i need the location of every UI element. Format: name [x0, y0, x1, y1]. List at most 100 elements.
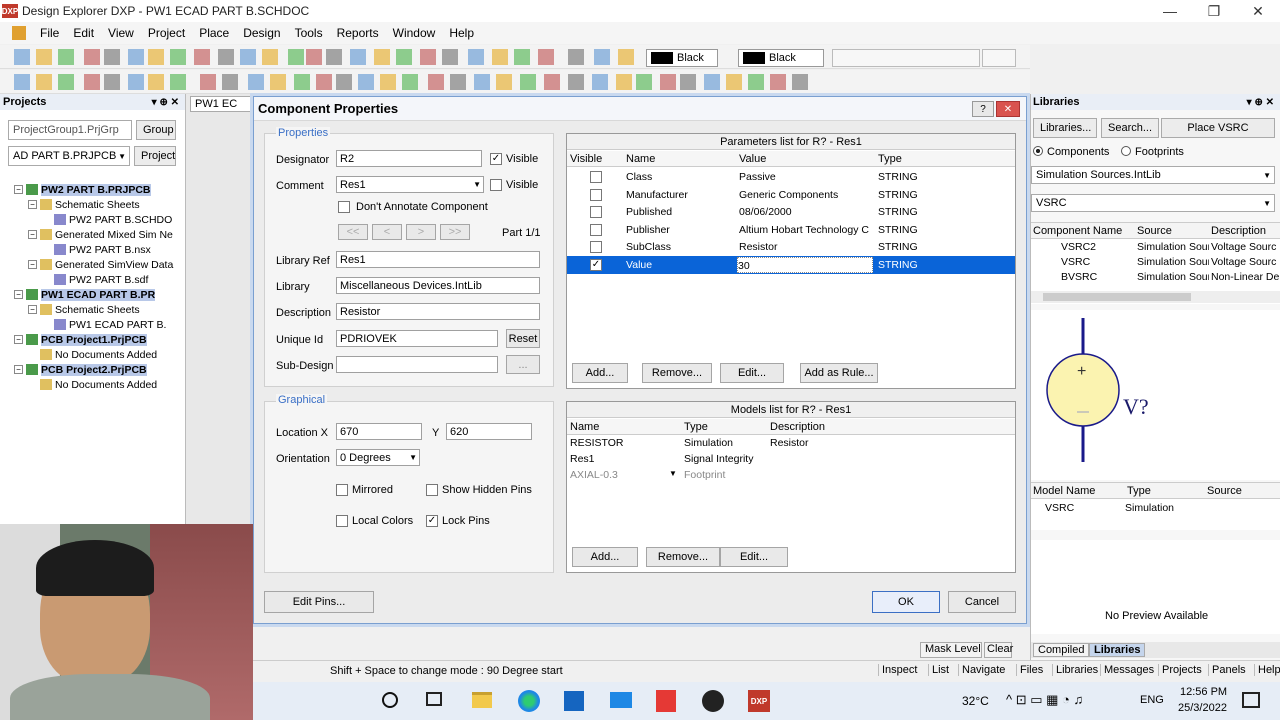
doc-menu-icon[interactable]: [12, 26, 26, 40]
toolbar-tool-icon[interactable]: [704, 74, 720, 90]
toolbar-tool-icon[interactable]: [14, 49, 30, 65]
project-button[interactable]: Project: [134, 146, 176, 166]
toolbar-tool-icon[interactable]: [442, 49, 458, 65]
panel-button-libraries[interactable]: Libraries: [1052, 664, 1101, 676]
parameter-visible-checkbox[interactable]: [590, 171, 602, 183]
toolbar-tool-icon[interactable]: [218, 49, 234, 65]
notification-icon[interactable]: [1242, 692, 1260, 708]
model-remove-button[interactable]: Remove...: [646, 547, 720, 567]
toolbar-tool-icon[interactable]: [326, 49, 342, 65]
toolbar-tool-icon[interactable]: [770, 74, 786, 90]
parameter-visible-checkbox[interactable]: [590, 188, 602, 201]
prev-part-button[interactable]: <: [372, 224, 402, 240]
store-icon[interactable]: [564, 691, 584, 711]
toolbar-tool-icon[interactable]: [492, 49, 508, 65]
model-edit-button[interactable]: Edit...: [720, 547, 788, 567]
maximize-button[interactable]: ❐: [1192, 0, 1236, 22]
menu-place[interactable]: Place: [199, 26, 229, 40]
component-row[interactable]: BVSRC Simulation Sourc Non-Linear De: [1031, 270, 1280, 285]
location-y-input[interactable]: 620: [446, 423, 532, 440]
toolbar-tool-icon[interactable]: [148, 74, 164, 90]
toolbar-tool-icon[interactable]: [248, 74, 264, 90]
unique-id-input[interactable]: PDRIOVEK: [336, 330, 498, 347]
tree-node[interactable]: No Documents Added: [14, 377, 182, 392]
toolbar-tool-icon[interactable]: [170, 49, 186, 65]
parameter-row[interactable]: Class Passive STRING: [567, 168, 1015, 186]
mirrored-checkbox[interactable]: [336, 484, 348, 496]
toolbar-tool-icon[interactable]: [336, 74, 352, 90]
lock-pins-checkbox[interactable]: ✓: [426, 515, 438, 527]
toolbar-tool-icon[interactable]: [568, 74, 584, 90]
toolbar-tool-icon[interactable]: [568, 49, 584, 65]
description-input[interactable]: Resistor: [336, 303, 540, 320]
toolbar-tool-icon[interactable]: [420, 49, 436, 65]
tree-node[interactable]: PW2 PART B.nsx: [14, 242, 182, 257]
place-button[interactable]: Place VSRC: [1161, 118, 1275, 138]
toolbar-tool-icon[interactable]: [380, 74, 396, 90]
component-row[interactable]: VSRC2 Simulation Sourc Voltage Sourc: [1031, 240, 1280, 255]
clear-button[interactable]: Clear: [984, 642, 1013, 658]
toolbar-tool-icon[interactable]: [680, 74, 696, 90]
toolbar-tool-icon[interactable]: [358, 74, 374, 90]
col-model-type[interactable]: Type: [684, 421, 708, 433]
toolbar-tool-icon[interactable]: [36, 74, 52, 90]
toolbar-tool-icon[interactable]: [660, 74, 676, 90]
toolbar-tool-icon[interactable]: [618, 49, 634, 65]
mail-icon[interactable]: [610, 692, 632, 708]
expand-icon[interactable]: −: [28, 260, 37, 269]
toolbar-tool-icon[interactable]: [428, 74, 444, 90]
toolbar-tool-icon[interactable]: [84, 49, 100, 65]
toolbar-tool-icon[interactable]: [306, 49, 322, 65]
designator-visible-checkbox[interactable]: ✓: [490, 153, 502, 165]
toolbar-tool-icon[interactable]: [374, 49, 390, 65]
toolbar-tool-icon[interactable]: [468, 49, 484, 65]
toolbar-tool-icon[interactable]: [514, 49, 530, 65]
toolbar-tool-icon[interactable]: [262, 49, 278, 65]
local-colors-checkbox[interactable]: [336, 515, 348, 527]
col-visible[interactable]: Visible: [570, 153, 602, 165]
next-part-button[interactable]: >: [406, 224, 436, 240]
toolbar-tool-icon[interactable]: [792, 74, 808, 90]
tree-node[interactable]: − PW1 ECAD PART B.PR: [14, 287, 182, 302]
last-part-button[interactable]: >>: [440, 224, 470, 240]
col-lib-model-source[interactable]: Source: [1207, 485, 1242, 497]
tab-libraries[interactable]: Libraries: [1089, 643, 1146, 657]
toolbar-tool-icon[interactable]: [474, 74, 490, 90]
clock-time[interactable]: 12:56 PM: [1180, 686, 1227, 698]
workspace-field[interactable]: ProjectGroup1.PrjGrp: [8, 120, 132, 140]
dont-annotate-checkbox[interactable]: [338, 201, 350, 213]
component-row[interactable]: VSRC Simulation Sourc Voltage Sourc: [1031, 255, 1280, 270]
tab-compiled[interactable]: Compiled: [1033, 643, 1090, 657]
toolbar-tool-icon[interactable]: [402, 74, 418, 90]
clock-date[interactable]: 25/3/2022: [1178, 702, 1227, 714]
dxp-taskbar-icon[interactable]: DXP: [748, 690, 770, 712]
col-description[interactable]: Description: [1211, 225, 1266, 237]
libraries-close-icon[interactable]: ▾ ⊕ ✕: [1247, 97, 1274, 108]
expand-icon[interactable]: −: [28, 305, 37, 314]
expand-icon[interactable]: −: [14, 365, 23, 374]
toolbar-tool-icon[interactable]: [726, 74, 742, 90]
toolbar-tool-icon[interactable]: [748, 74, 764, 90]
parameter-visible-checkbox[interactable]: [590, 223, 602, 236]
toolbar-tool-icon[interactable]: [222, 74, 238, 90]
location-x-input[interactable]: 670: [336, 423, 422, 440]
param-edit-button[interactable]: Edit...: [720, 363, 784, 383]
designator-input[interactable]: R2: [336, 150, 482, 167]
toolbar-tool-icon[interactable]: [520, 74, 536, 90]
toolbar-tool-icon[interactable]: [128, 74, 144, 90]
toolbar-tool-icon[interactable]: [616, 74, 632, 90]
first-part-button[interactable]: <<: [338, 224, 368, 240]
cancel-button[interactable]: Cancel: [948, 591, 1016, 613]
panel-button-list[interactable]: List: [928, 664, 952, 676]
tree-node[interactable]: PW1 ECAD PART B.: [14, 317, 182, 332]
tree-node[interactable]: PW2 PART B.SCHDO: [14, 212, 182, 227]
toolbar-tool-icon[interactable]: [170, 74, 186, 90]
toolbar-tool-icon[interactable]: [450, 74, 466, 90]
menu-project[interactable]: Project: [148, 26, 185, 40]
library-input[interactable]: Miscellaneous Devices.IntLib: [336, 277, 540, 294]
model-add-button[interactable]: Add...: [572, 547, 638, 567]
menu-edit[interactable]: Edit: [73, 26, 94, 40]
components-radio[interactable]: [1033, 146, 1043, 156]
parameter-visible-checkbox[interactable]: [590, 241, 602, 254]
tree-node[interactable]: − Generated Mixed Sim Ne: [14, 227, 182, 242]
